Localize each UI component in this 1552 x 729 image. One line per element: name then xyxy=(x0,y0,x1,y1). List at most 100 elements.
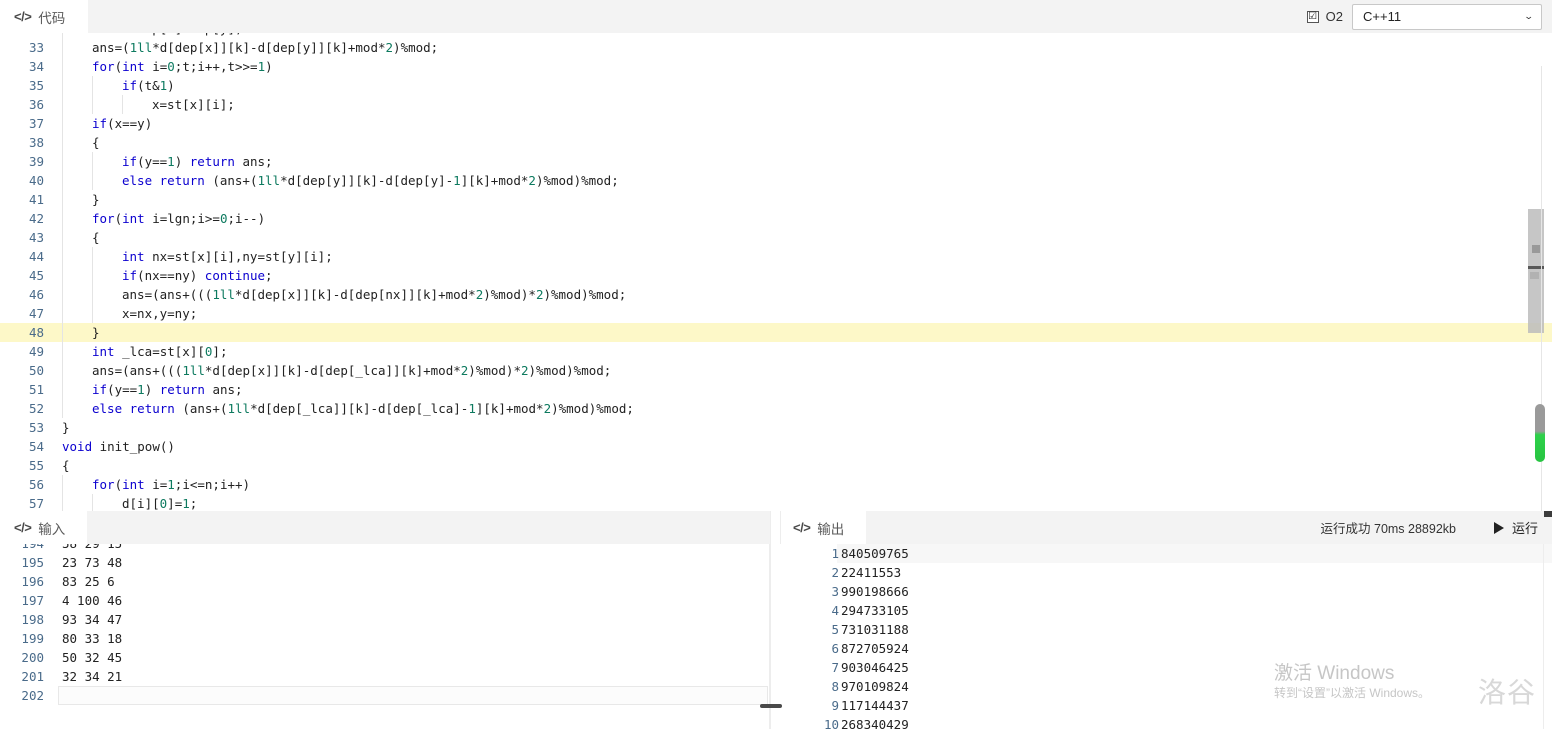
code-line[interactable]: 52 else return (ans+(1ll*d[dep[_lca]][k]-… xyxy=(0,399,1552,418)
output-view[interactable]: 1 840509765 2 22411553 3 990198666 4 294733105 5… xyxy=(779,544,1552,729)
code-line-text: ans=(ans+(((1ll*d[dep[x]][k]-d[dep[_lca]… xyxy=(92,363,612,378)
code-line-text: x=st[x][i]; xyxy=(152,97,235,112)
code-line-text: { xyxy=(62,458,70,473)
line-number: 200 xyxy=(21,650,44,665)
input-line[interactable]: 202 xyxy=(0,686,770,705)
code-line[interactable]: 54 void init_pow() xyxy=(0,437,1552,456)
code-line[interactable]: 40 else return (ans+(1ll*d[dep[y]][k]-d[d… xyxy=(0,171,1552,190)
output-line: 10 268340429 xyxy=(779,715,1552,729)
indent-guide xyxy=(62,114,63,133)
line-number: 8 xyxy=(831,679,839,694)
indent-guide xyxy=(122,95,123,114)
indent-guide xyxy=(62,190,63,209)
code-line[interactable]: 56 for(int i=1;i<=n;i++) xyxy=(0,475,1552,494)
code-line[interactable]: 38 { xyxy=(0,133,1552,152)
input-line[interactable]: 195 23 73 48 xyxy=(0,553,770,572)
indent-guide xyxy=(92,95,93,114)
code-line[interactable]: 47 x=nx,y=ny; xyxy=(0,304,1552,323)
input-textarea[interactable]: 194 58 29 15 195 23 73 48 196 83 25 6 197 4 100… xyxy=(0,544,770,729)
line-number: 34 xyxy=(28,59,44,74)
input-line[interactable]: 199 80 33 18 xyxy=(0,629,770,648)
line-number: 4 xyxy=(831,603,839,618)
input-line[interactable]: 197 4 100 46 xyxy=(0,591,770,610)
code-line[interactable]: 39 if(y==1) return ans; xyxy=(0,152,1552,171)
code-brackets-icon: </> xyxy=(14,9,32,24)
output-line-text: 970109824 xyxy=(841,679,909,694)
indent-guide xyxy=(92,152,93,171)
line-number: 10 xyxy=(823,717,839,729)
output-line-text: 903046425 xyxy=(841,660,909,675)
code-line[interactable]: 55 { xyxy=(0,456,1552,475)
code-line-text: x=nx,y=ny; xyxy=(122,306,198,321)
line-number: 45 xyxy=(28,268,44,283)
editor-scrollbar-thumb[interactable] xyxy=(1535,404,1545,462)
output-line: 3 990198666 xyxy=(779,582,1552,601)
input-line-text: 23 73 48 xyxy=(62,555,123,570)
code-line-text: if(y==1) return ans; xyxy=(92,382,243,397)
code-line[interactable]: 50 ans=(ans+(((1ll*d[dep[x]][k]-d[dep[_lc… xyxy=(0,361,1552,380)
line-number: 57 xyxy=(28,496,44,511)
input-hscrollbar-thumb[interactable] xyxy=(760,704,782,708)
code-line-text: if(t&1) xyxy=(122,78,175,93)
code-line[interactable]: 46 ans=(ans+(((1ll*d[dep[x]][k]-d[dep[nx]… xyxy=(0,285,1552,304)
code-line[interactable]: 51 if(y==1) return ans; xyxy=(0,380,1552,399)
indent-guide xyxy=(62,266,63,285)
run-button[interactable]: 运行 xyxy=(1493,511,1538,544)
line-number: 40 xyxy=(28,173,44,188)
line-number: 47 xyxy=(28,306,44,321)
line-number: 33 xyxy=(28,40,44,55)
indent-guide xyxy=(62,475,63,494)
input-line[interactable]: 201 32 34 21 xyxy=(0,667,770,686)
indent-guide xyxy=(62,171,63,190)
line-number: 195 xyxy=(21,555,44,570)
code-line-text: d[i][0]=1; xyxy=(122,496,198,511)
code-line[interactable]: 53} xyxy=(0,418,1552,437)
code-line[interactable]: 42 for(int i=lgn;i>=0;i--) xyxy=(0,209,1552,228)
code-line[interactable]: 44 int nx=st[x][i],ny=st[y][i]; xyxy=(0,247,1552,266)
code-line[interactable]: 35 if(t&1) xyxy=(0,76,1552,95)
run-button-label: 运行 xyxy=(1511,521,1538,536)
code-line[interactable]: 36 x=st[x][i]; xyxy=(0,95,1552,114)
o2-toggle[interactable]: ☑ O2 xyxy=(1306,9,1343,24)
indent-guide xyxy=(92,171,93,190)
code-line-text: void init_pow() xyxy=(62,439,175,454)
input-line[interactable]: 198 93 34 47 xyxy=(0,610,770,629)
line-number: 202 xyxy=(21,688,44,703)
input-line[interactable]: 194 58 29 15 xyxy=(0,544,770,553)
code-line-text: else return (ans+(1ll*d[dep[y]][k]-d[dep… xyxy=(122,173,619,188)
output-scrollbar-thumb[interactable] xyxy=(1544,511,1552,517)
code-line[interactable]: 45 if(nx==ny) continue; xyxy=(0,266,1552,285)
tab-input[interactable]: </> 输入 xyxy=(0,511,88,544)
code-brackets-icon: </> xyxy=(793,520,811,535)
code-line[interactable]: 33 ans=(1ll*d[dep[x]][k]-d[dep[y]][k]+mod… xyxy=(0,38,1552,57)
indent-guide xyxy=(92,304,93,323)
input-line[interactable]: 200 50 32 45 xyxy=(0,648,770,667)
code-line[interactable]: 48} xyxy=(0,323,1552,342)
code-line[interactable]: 41} xyxy=(0,190,1552,209)
output-line: 8 970109824 xyxy=(779,677,1552,696)
output-line-text: 268340429 xyxy=(841,717,909,729)
indent-guide xyxy=(62,133,63,152)
o2-checkbox-icon[interactable]: ☑ xyxy=(1306,10,1319,23)
indent-guide xyxy=(62,95,63,114)
output-line-text: 117144437 xyxy=(841,698,909,713)
play-icon xyxy=(1493,521,1504,534)
output-line-text: 840509765 xyxy=(841,546,909,561)
language-select[interactable]: C++11 ⌄ xyxy=(1352,3,1542,30)
code-line[interactable]: 57 d[i][0]=1; xyxy=(0,494,1552,511)
tab-code[interactable]: </> 代码 xyxy=(0,0,88,33)
tab-output[interactable]: </> 输出 xyxy=(779,511,867,544)
code-line[interactable]: 49 int _lca=st[x][0]; xyxy=(0,342,1552,361)
indent-guide xyxy=(62,494,63,511)
line-number: 53 xyxy=(28,420,44,435)
output-panel-header: </> 输出 运行成功 70ms 28892kb 运行 xyxy=(779,511,1552,545)
line-number: 42 xyxy=(28,211,44,226)
code-editor[interactable]: 32int t=dep[x]-dep[y];33ans=(1ll*d[dep[x… xyxy=(0,33,1552,511)
line-number: 44 xyxy=(28,249,44,264)
output-line: 2 22411553 xyxy=(779,563,1552,582)
code-line[interactable]: 43 { xyxy=(0,228,1552,247)
code-line[interactable]: 37 if(x==y) xyxy=(0,114,1552,133)
code-lines[interactable]: 32int t=dep[x]-dep[y];33ans=(1ll*d[dep[x… xyxy=(0,33,1552,511)
code-line[interactable]: 34 for(int i=0;t;i++,t>>=1) xyxy=(0,57,1552,76)
input-line[interactable]: 196 83 25 6 xyxy=(0,572,770,591)
